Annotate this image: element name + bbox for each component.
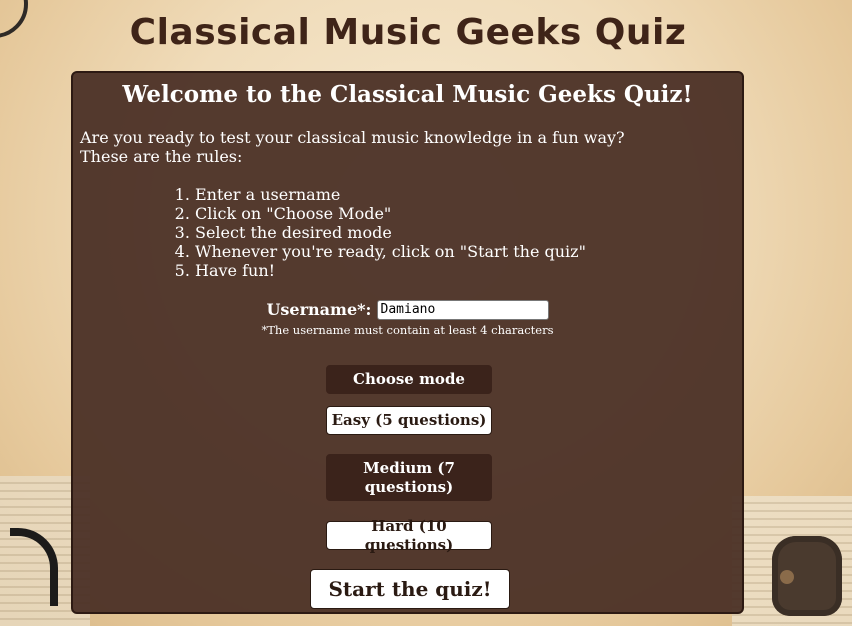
page-title: Classical Music Geeks Quiz (129, 12, 687, 53)
quiz-intro-panel: Welcome to the Classical Music Geeks Qui… (71, 71, 744, 614)
rule-item: Enter a username (195, 185, 586, 204)
rule-item: Whenever you're ready, click on "Start t… (195, 242, 586, 261)
pocket-watch-knob (780, 570, 794, 584)
easy-mode-button[interactable]: Easy (5 questions) (326, 406, 492, 435)
rules-heading: These are the rules: (80, 147, 243, 166)
music-note-image (10, 528, 58, 606)
intro-text: Are you ready to test your classical mus… (80, 128, 625, 166)
choose-mode-button[interactable]: Choose mode (326, 365, 492, 394)
rule-item: Select the desired mode (195, 223, 586, 242)
username-label: Username*: (266, 300, 372, 319)
medium-mode-button[interactable]: Medium (7 questions) (326, 454, 492, 501)
username-input[interactable] (376, 299, 549, 320)
username-row: Username*: (73, 299, 742, 320)
hard-mode-button[interactable]: Hard (10 questions) (326, 517, 492, 554)
sheet-music-image (732, 496, 852, 626)
rule-item: Click on "Choose Mode" (195, 204, 586, 223)
pocket-watch-image (772, 536, 842, 616)
username-hint: *The username must contain at least 4 ch… (261, 323, 554, 337)
welcome-heading: Welcome to the Classical Music Geeks Qui… (122, 81, 693, 108)
intro-line: Are you ready to test your classical mus… (80, 128, 625, 147)
start-quiz-button[interactable]: Start the quiz! (310, 569, 510, 609)
rules-list: Enter a username Click on "Choose Mode" … (177, 185, 586, 280)
rule-item: Have fun! (195, 261, 586, 280)
